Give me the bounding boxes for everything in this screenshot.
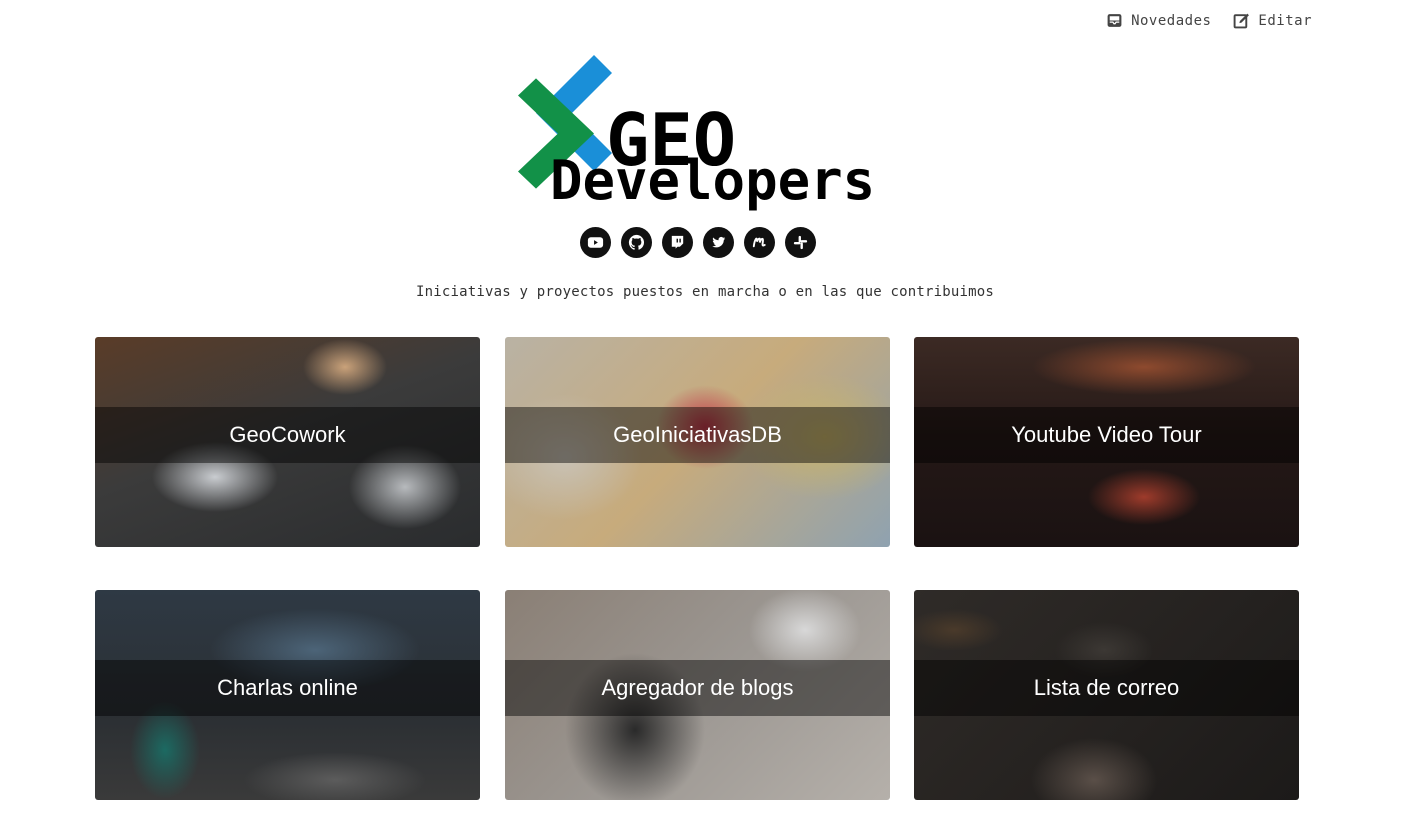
tagline: Iniciativas y proyectos puestos en march…: [415, 284, 995, 300]
card-charlas-online[interactable]: Charlas online: [95, 590, 480, 800]
card-title-band: Youtube Video Tour: [914, 407, 1299, 463]
logo-text-developers: Developers: [550, 149, 875, 212]
slack-icon: [793, 235, 808, 250]
edit-icon: [1234, 13, 1250, 29]
card-title-band: Lista de correo: [914, 660, 1299, 716]
editar-link[interactable]: Editar: [1233, 12, 1312, 29]
slack-link[interactable]: [785, 227, 816, 258]
editar-label: Editar: [1258, 12, 1312, 29]
card-title: Youtube Video Tour: [1011, 422, 1202, 447]
geo-developers-logo: GEO Developers: [516, 55, 878, 215]
card-title: Agregador de blogs: [601, 675, 794, 700]
youtube-link[interactable]: [580, 227, 611, 258]
twitter-icon: [712, 236, 726, 248]
twitter-link[interactable]: [703, 227, 734, 258]
meetup-link[interactable]: [744, 227, 775, 258]
card-agregador-de-blogs[interactable]: Agregador de blogs: [505, 590, 890, 800]
github-link[interactable]: [621, 227, 652, 258]
inbox-icon: [1107, 14, 1122, 27]
youtube-icon: [587, 237, 604, 248]
card-title: Lista de correo: [1033, 675, 1180, 700]
social-links: [580, 227, 816, 258]
novedades-label: Novedades: [1131, 12, 1212, 29]
meetup-icon: [752, 237, 766, 248]
card-geoiniciativasdb[interactable]: GeoIniciativasDB: [505, 337, 890, 547]
novedades-link[interactable]: Novedades: [1106, 12, 1211, 29]
card-lista-de-correo[interactable]: Lista de correo: [914, 590, 1299, 800]
twitch-link[interactable]: [662, 227, 693, 258]
card-geocowork[interactable]: GeoCowork: [95, 337, 480, 547]
card-title-band: Charlas online: [95, 660, 480, 716]
card-title-band: GeoCowork: [95, 407, 480, 463]
card-title: Charlas online: [217, 675, 358, 700]
card-title: GeoCowork: [229, 422, 346, 447]
card-title: GeoIniciativasDB: [613, 422, 782, 447]
card-youtube-video-tour[interactable]: Youtube Video Tour: [914, 337, 1299, 547]
github-icon: [628, 234, 645, 250]
top-nav: Novedades Editar: [1106, 12, 1312, 29]
twitch-icon: [671, 235, 684, 249]
card-title-band: GeoIniciativasDB: [505, 407, 890, 463]
card-title-band: Agregador de blogs: [505, 660, 890, 716]
